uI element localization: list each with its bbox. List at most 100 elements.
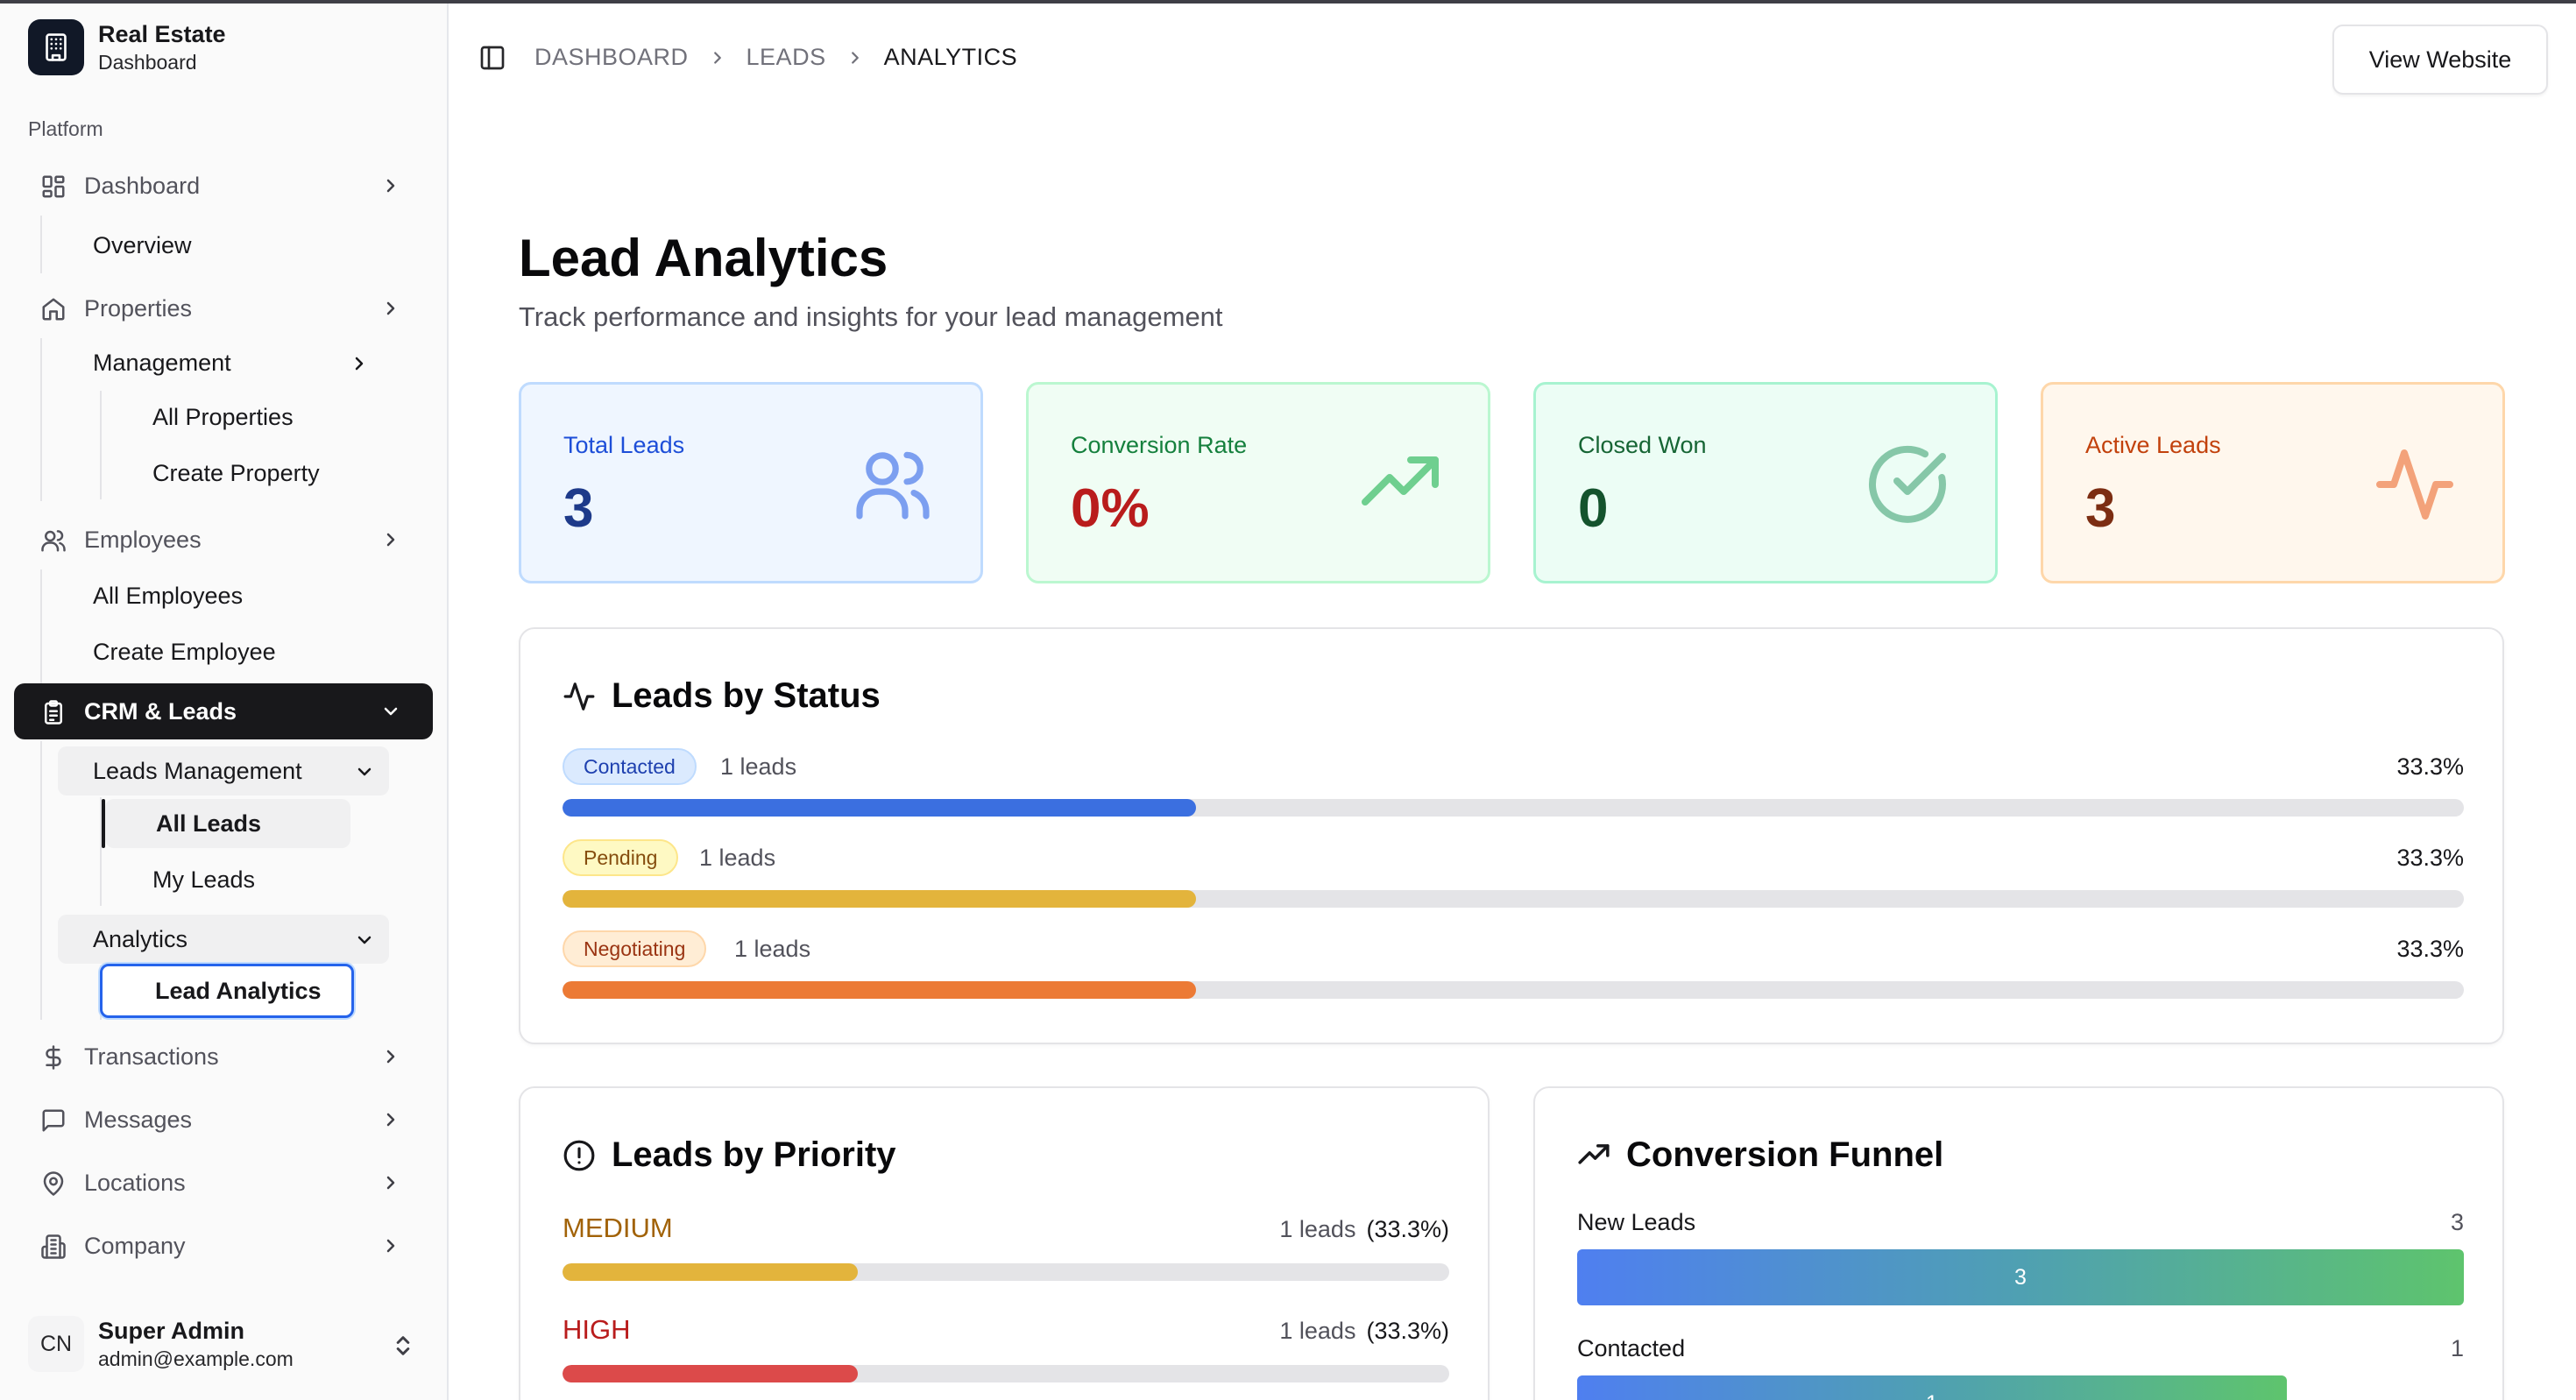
stat-card-closed-won: Closed Won 0 [1533,382,1998,583]
chevron-right-icon [386,533,395,547]
breadcrumb-analytics: ANALYTICS [883,44,1018,70]
group-label-platform: Platform [28,117,103,140]
sidebar-item-transactions[interactable]: Transactions [14,1029,433,1085]
chevron-right-icon [851,51,859,64]
sidebar-item-company[interactable]: Company [14,1218,433,1274]
users-icon [41,530,66,552]
breadcrumb: DASHBOARD LEADS ANALYTICS [534,44,1017,71]
trending-up-icon [1578,1143,1610,1164]
sidebar-item-management[interactable]: Management [79,338,384,387]
status-badge: Negotiating [563,930,707,967]
sidebar-item-label: Messages [84,1106,193,1133]
chevron-down-icon [384,707,398,716]
sidebar-item-label: Properties [84,294,193,322]
progress-fill [563,1263,858,1281]
sidebar-item-analytics[interactable]: Analytics [58,915,389,964]
chevron-right-icon [713,51,721,64]
sidebar-item-my-leads[interactable]: My Leads [138,855,401,904]
chevron-down-icon [357,936,372,944]
sidebar-item-all-properties[interactable]: All Properties [138,392,401,442]
building-icon [28,19,84,75]
activity-icon [563,682,595,711]
sidebar-item-create-property[interactable]: Create Property [138,449,401,498]
sidebar-item-all-leads[interactable]: All Leads [105,799,350,848]
sidebar-item-label: All Leads [156,810,262,837]
sidebar-item-crm-leads[interactable]: CRM & Leads [14,683,433,739]
sidebar-item-locations[interactable]: Locations [14,1155,433,1211]
funnel-bar: 1 [1577,1375,2287,1400]
layout-dashboard-icon [42,175,65,198]
status-percent: 33.3% [2396,753,2464,780]
sidebar-item-label: All Employees [93,582,244,609]
sidebar-item-all-employees[interactable]: All Employees [79,571,394,620]
sidebar-item-create-employee[interactable]: Create Employee [79,627,394,676]
card-title-text: Leads by Priority [612,1135,896,1174]
priority-stat: 1 leads (33.3%) [1279,1318,1449,1345]
trending-up-icon [1362,456,1439,506]
priority-percent: (33.3%) [1366,1318,1449,1344]
progress-fill [563,981,1196,999]
status-count: 1 leads [734,936,811,962]
sidebar-item-label: CRM & Leads [84,697,237,725]
chevrons-up-down-icon[interactable] [391,1332,415,1360]
sidebar-item-dashboard[interactable]: Dashboard [14,158,433,214]
building-2-icon [41,1234,66,1259]
status-badge: Contacted [563,748,697,785]
view-website-button[interactable]: View Website [2332,25,2548,95]
map-pin-icon [43,1171,64,1196]
funnel-label: New Leads [1577,1209,1696,1235]
sidebar-item-lead-analytics[interactable]: Lead Analytics [100,964,354,1018]
chevron-right-icon [386,301,395,315]
sidebar-item-label: Overview [93,231,192,258]
chevron-right-icon [386,1113,395,1127]
message-square-icon [42,1109,65,1132]
conversion-funnel-card: Conversion Funnel New Leads 3 3 Contacte… [1533,1086,2504,1400]
submenu-line [40,569,42,683]
chevron-right-icon [386,1239,395,1253]
funnel-count: 1 [2450,1335,2464,1361]
card-title: Conversion Funnel [1577,1135,1943,1175]
status-percent: 33.3% [2396,936,2464,962]
stat-card-conversion-rate: Conversion Rate 0% [1026,382,1490,583]
stat-card-total-leads: Total Leads 3 [519,382,983,583]
sidebar-item-employees[interactable]: Employees [14,512,433,568]
sidebar-item-label: Analytics [93,925,188,952]
status-row: Negotiating 1 leads 33.3% [563,930,2464,1009]
user-email: admin@example.com [98,1347,294,1370]
user-menu[interactable]: CN Super Admin admin@example.com [28,1316,294,1372]
page-subtitle: Track performance and insights for your … [519,301,1223,332]
sidebar-item-label: Dashboard [84,172,201,199]
sidebar-item-overview[interactable]: Overview [79,221,394,270]
submenu-line [100,391,102,499]
stat-value: 0% [1071,478,1150,539]
brand[interactable]: Real Estate Dashboard [28,19,226,75]
sidebar-item-label: Employees [84,526,202,553]
panel-left-icon[interactable] [478,44,506,72]
sidebar-item-label: My Leads [152,866,256,893]
chevron-right-icon [355,357,364,371]
progress-track [563,1263,1449,1281]
chevron-right-icon [386,1176,395,1190]
progress-track [563,890,2464,908]
submenu-line [40,338,42,501]
progress-track [563,799,2464,817]
progress-fill [563,1365,858,1382]
chevron-right-icon [386,179,395,193]
sidebar-item-messages[interactable]: Messages [14,1092,433,1148]
check-circle-icon [1868,445,1946,523]
breadcrumb-dashboard[interactable]: DASHBOARD [534,44,689,71]
priority-row: MEDIUM 1 leads (33.3%) [563,1213,1449,1300]
priority-name: MEDIUM [563,1213,673,1243]
breadcrumb-leads[interactable]: LEADS [747,44,826,71]
sidebar-item-label: Create Employee [93,638,276,665]
chevron-right-icon [386,1050,395,1064]
sidebar-item-properties[interactable]: Properties [14,280,433,336]
stat-value: 0 [1578,478,1609,539]
activity-icon [2376,449,2453,520]
sidebar-item-label: All Properties [152,403,294,430]
stat-label: Active Leads [2085,432,2221,458]
progress-fill [563,890,1196,908]
avatar: CN [28,1316,84,1372]
card-title: Leads by Status [563,676,881,716]
sidebar-item-leads-management[interactable]: Leads Management [58,746,389,795]
